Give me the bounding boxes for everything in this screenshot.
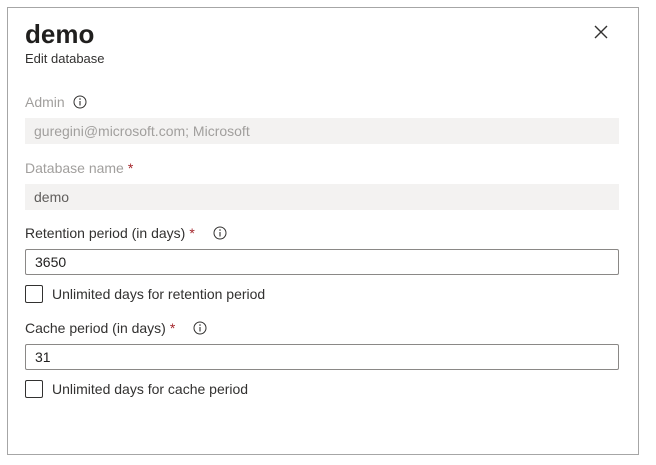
close-icon[interactable] <box>591 22 611 42</box>
panel-title: demo <box>25 19 95 49</box>
required-marker: * <box>169 320 176 336</box>
database-name-field: demo <box>25 184 619 210</box>
required-marker: * <box>127 160 134 176</box>
edit-database-panel: demo Edit database Admin guregini@micros… <box>7 7 639 455</box>
unlimited-cache-checkbox[interactable] <box>25 380 43 398</box>
unlimited-cache-checkbox-row[interactable]: Unlimited days for cache period <box>25 380 248 398</box>
retention-label-row: Retention period (in days) * <box>25 225 227 241</box>
cache-label: Cache period (in days) <box>25 320 166 336</box>
unlimited-retention-label[interactable]: Unlimited days for retention period <box>52 286 265 302</box>
info-icon[interactable] <box>73 95 87 109</box>
unlimited-retention-checkbox[interactable] <box>25 285 43 303</box>
cache-input[interactable]: 31 <box>25 344 619 370</box>
info-icon[interactable] <box>213 226 227 240</box>
cache-label-row: Cache period (in days) * <box>25 320 207 336</box>
retention-input[interactable]: 3650 <box>25 249 619 275</box>
info-icon[interactable] <box>193 321 207 335</box>
admin-label-row: Admin <box>25 94 87 110</box>
panel-subtitle: Edit database <box>25 51 105 66</box>
database-name-label: Database name <box>25 160 124 176</box>
admin-label: Admin <box>25 94 65 110</box>
admin-field: guregini@microsoft.com; Microsoft <box>25 118 619 144</box>
retention-label: Retention period (in days) <box>25 225 186 241</box>
database-name-label-row: Database name * <box>25 160 133 176</box>
unlimited-retention-checkbox-row[interactable]: Unlimited days for retention period <box>25 285 265 303</box>
unlimited-cache-label[interactable]: Unlimited days for cache period <box>52 381 248 397</box>
required-marker: * <box>189 225 195 241</box>
